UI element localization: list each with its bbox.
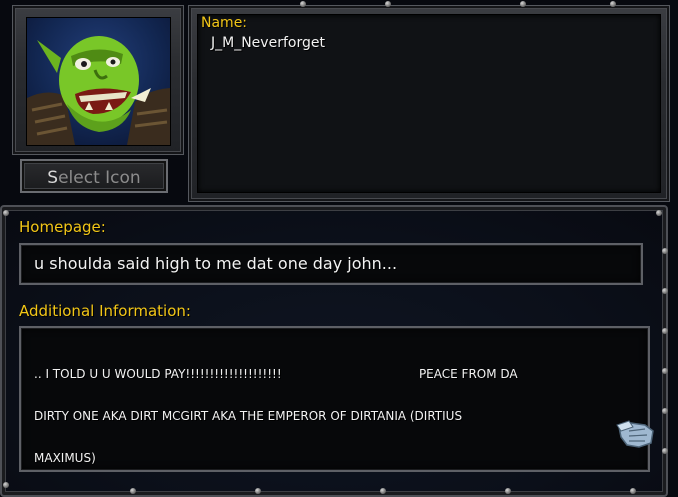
rivet-decoration <box>130 488 136 494</box>
rivet-decoration <box>662 248 668 254</box>
rivet-decoration <box>656 210 662 216</box>
avatar-frame <box>12 5 184 155</box>
rivet-decoration <box>255 488 261 494</box>
select-icon-button[interactable]: Select Icon <box>20 159 168 193</box>
rivet-decoration <box>3 482 9 488</box>
select-icon-label-first: S <box>47 168 59 188</box>
rivet-decoration <box>662 368 668 374</box>
orc-portrait-icon <box>27 36 170 145</box>
additional-info-line-2: DIRTY ONE AKA DIRT MCGIRT AKA THE EMPERO… <box>34 409 463 423</box>
rivet-decoration <box>662 448 668 454</box>
rivet-decoration <box>3 210 9 216</box>
rivet-decoration <box>380 488 386 494</box>
name-label: Name: <box>201 15 248 31</box>
select-icon-label-rest: elect Icon <box>58 168 141 188</box>
rivet-decoration <box>662 328 668 334</box>
rivet-decoration <box>300 1 306 7</box>
additional-info-field[interactable]: .. I TOLD U U WOULD PAY!!!!!!!!!!!!!!!!!… <box>19 326 650 472</box>
rivet-decoration <box>662 288 668 294</box>
homepage-field[interactable]: u shoulda said high to me dat one day jo… <box>19 243 643 285</box>
additional-info-line-3: MAXIMUS) <box>34 451 96 465</box>
homepage-value: u shoulda said high to me dat one day jo… <box>34 254 398 273</box>
name-value: J_M_Neverforget <box>211 35 325 51</box>
rivet-decoration <box>630 488 636 494</box>
additional-info-text: .. I TOLD U U WOULD PAY!!!!!!!!!!!!!!!!!… <box>34 339 518 493</box>
homepage-label: Homepage: <box>19 218 106 236</box>
rivet-decoration <box>662 408 668 414</box>
additional-info-label: Additional Information: <box>19 302 191 320</box>
rivet-decoration <box>505 488 511 494</box>
additional-info-line-1: .. I TOLD U U WOULD PAY!!!!!!!!!!!!!!!!!… <box>34 367 518 381</box>
rivet-decoration <box>385 1 391 7</box>
gauntlet-cursor-icon <box>616 420 654 448</box>
rivet-decoration <box>520 1 526 7</box>
avatar <box>26 17 171 146</box>
rivet-decoration <box>610 1 616 7</box>
